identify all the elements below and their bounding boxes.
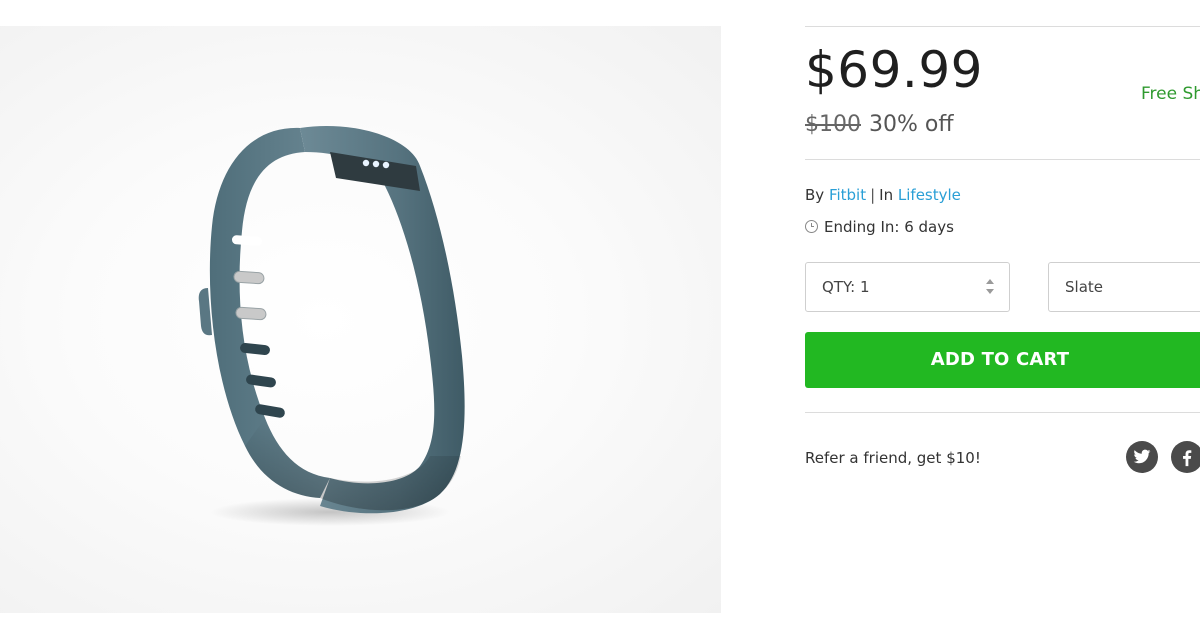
divider [805,26,1200,27]
free-shipping-label: Free Sh [1141,84,1200,104]
brand-category-line: By Fitbit | In Lifestyle [805,184,961,206]
category-link[interactable]: Lifestyle [898,186,961,204]
refer-friend-text: Refer a friend, get $10! [805,449,981,467]
divider [805,412,1200,413]
led-indicator-icon [362,159,370,167]
ending-in-label: Ending In: 6 days [824,218,954,236]
quantity-label: QTY: 1 [822,278,870,296]
in-label: In [879,186,894,204]
variant-select[interactable]: Slate [1048,262,1200,312]
ending-line: Ending In: 6 days [805,216,954,238]
discount-label: 30% off [869,112,954,137]
twitter-bird-glyph [1133,449,1151,464]
up-down-arrows-icon [985,278,995,298]
clock-icon [805,220,818,233]
facebook-icon[interactable] [1171,441,1200,473]
quantity-select[interactable]: QTY: 1 [805,262,1010,312]
by-label: By [805,186,825,204]
divider [805,159,1200,160]
brand-link[interactable]: Fitbit [829,186,866,204]
twitter-icon[interactable] [1126,441,1158,473]
add-to-cart-button[interactable]: ADD TO CART [805,332,1200,388]
separator: | [870,186,876,204]
facebook-f-glyph [1183,450,1192,467]
original-price: $100 [805,112,861,137]
product-image[interactable] [0,26,721,613]
fitbit-band-illustration [198,125,465,526]
product-page: $69.99 $100 30% off Free Sh By Fitbit | In … [0,0,1200,628]
price-details: $100 30% off [805,110,954,140]
sale-price: $69.99 [805,41,983,99]
variant-label: Slate [1065,278,1103,296]
